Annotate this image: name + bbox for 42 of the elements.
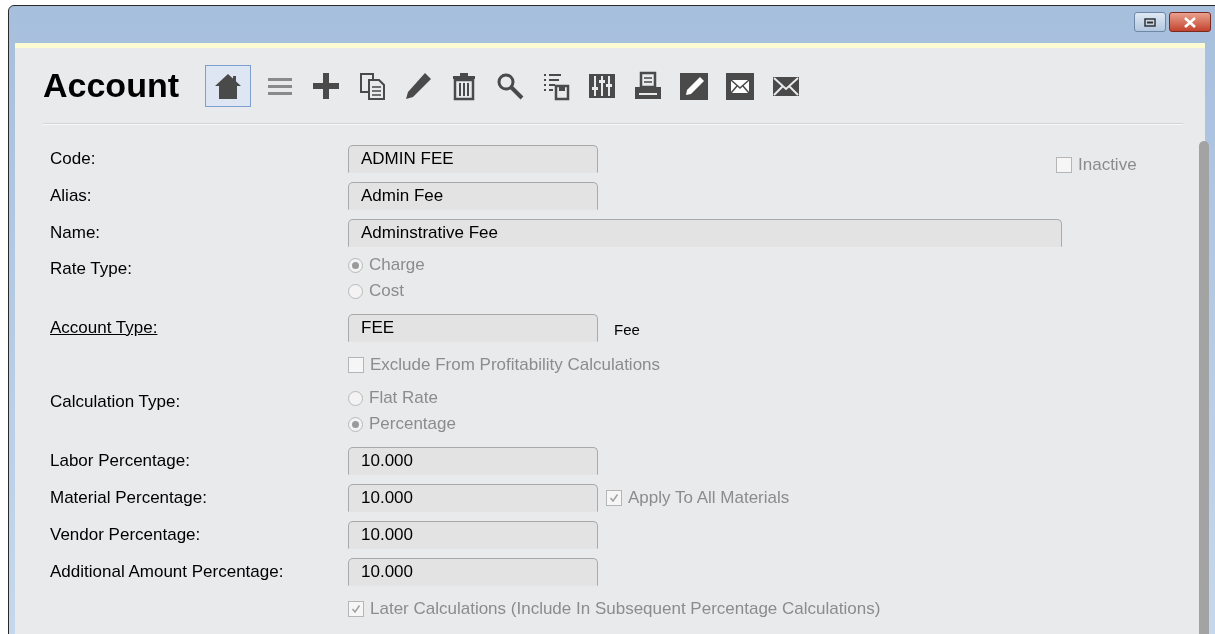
input-field[interactable]: 10.000 — [348, 483, 598, 512]
checkbox-label: Later Calculations (Include In Subsequent Percentage Calculations) — [370, 597, 881, 620]
close-icon — [1183, 16, 1197, 28]
input-field[interactable]: FEE — [348, 313, 598, 342]
close-button[interactable] — [1169, 12, 1211, 32]
input-field[interactable]: 10.000 — [348, 557, 598, 586]
field-label: Additional Amount Percentage: — [50, 561, 284, 581]
field-label: Labor Percentage: — [50, 450, 190, 470]
field-label: Vendor Percentage: — [50, 524, 201, 544]
radio-label: Cost — [369, 280, 404, 303]
account-type-link[interactable]: Account Type: — [50, 317, 158, 337]
restore-icon — [1144, 17, 1156, 27]
checkmark-icon — [609, 492, 619, 503]
mail-box-icon — [725, 70, 755, 101]
input-field[interactable]: 10.000 — [348, 446, 598, 475]
checkbox-label: Exclude From Profitability Calculations — [370, 353, 661, 376]
checkbox-label: Inactive — [1078, 154, 1137, 176]
input-field[interactable]: 10.000 — [348, 520, 598, 549]
copy-icon — [357, 70, 387, 101]
input-field[interactable]: Admin Fee — [348, 181, 598, 210]
radio-label: Charge — [369, 254, 425, 277]
field-label: Code: — [50, 148, 96, 168]
radio-label: Flat Rate — [369, 387, 438, 410]
input-field[interactable]: ADMIN FEE — [348, 144, 598, 173]
field-label: Material Percentage: — [50, 487, 207, 507]
scrollbar-thumb[interactable] — [1199, 141, 1209, 634]
pencil-icon — [403, 70, 433, 101]
printer-icon — [633, 70, 663, 101]
field-label: Name: — [50, 222, 101, 242]
edit-box-icon — [679, 70, 709, 101]
radio-label: Percentage — [369, 413, 456, 436]
checkmark-icon — [351, 603, 361, 614]
field-label: Alias: — [50, 185, 92, 205]
account-type-description: Fee — [614, 320, 640, 341]
plus-icon — [311, 70, 341, 101]
input-field[interactable]: Adminstrative Fee — [348, 218, 1062, 247]
field-label: Calculation Type: — [50, 392, 181, 411]
restore-button[interactable] — [1134, 12, 1166, 32]
page-title: Account — [43, 65, 179, 106]
toolbar-button[interactable] — [205, 64, 251, 107]
field-label: Rate Type: — [50, 259, 132, 278]
checkbox-label: Apply To All Materials — [628, 486, 790, 509]
